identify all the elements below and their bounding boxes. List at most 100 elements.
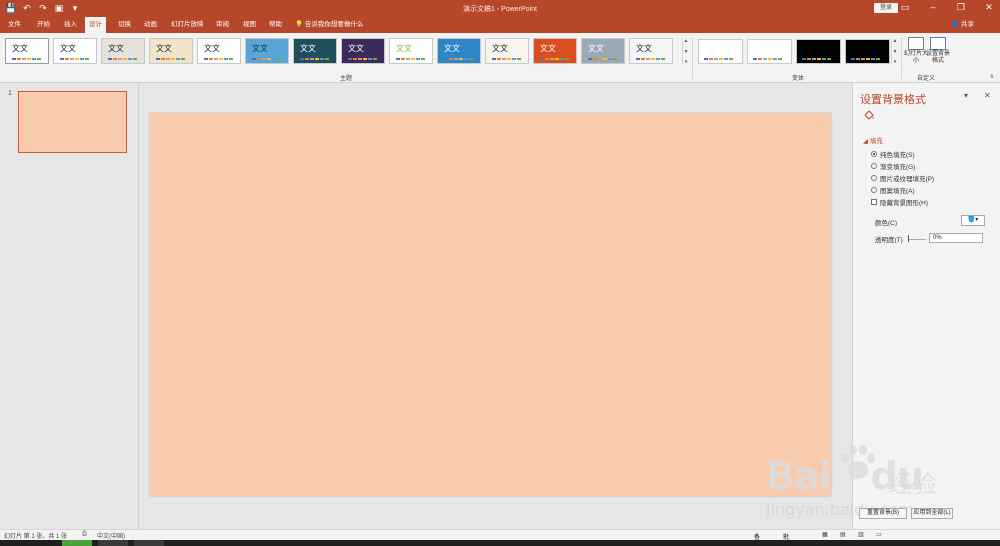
scroll-up-icon[interactable]: ▲ [893,38,898,44]
variants-gallery-scroll[interactable]: ▲ ▼ ▾ [891,38,898,65]
theme-thumbnail[interactable]: 文文 [101,38,145,64]
theme-sample-text: 文文 [540,44,556,53]
format-background-icon [930,37,946,50]
theme-color-swatches [204,58,233,60]
theme-thumbnail[interactable]: 文文 [149,38,193,64]
taskbar-app-icon[interactable] [62,540,92,546]
collapse-ribbon-icon[interactable]: ∧ [990,73,994,80]
tab-animations[interactable]: 动画 [140,17,161,33]
color-picker-button[interactable]: 🪣▾ [961,215,985,226]
format-background-button[interactable]: 设置背景格式 [926,37,950,65]
tab-home[interactable]: 开始 [33,17,54,33]
reading-view-icon[interactable]: ▥ [858,531,864,538]
hide-bg-graphics-label: 隐藏背景图形(H) [880,200,929,207]
variant-thumbnail[interactable] [698,39,743,64]
theme-thumbnail[interactable]: 文文 [197,38,241,64]
slide-thumbnail[interactable] [18,91,127,153]
fill-bucket-icon[interactable] [863,109,875,121]
checkbox-icon [871,199,877,205]
theme-thumbnail[interactable]: 文文 [581,38,625,64]
tab-insert[interactable]: 插入 [60,17,81,33]
format-background-label: 设置背景格式 [926,51,951,64]
reset-background-button[interactable]: 重置背景(B) [859,508,907,519]
variant-color-swatches [851,58,880,60]
group-divider [901,37,902,79]
picture-fill-option[interactable]: 图片或纹理填充(P) [871,173,934,183]
share-button[interactable]: 👤 共享 [951,17,974,33]
theme-color-swatches [300,58,329,60]
language-indicator[interactable]: 中文(中国) [97,531,125,540]
minimize-icon[interactable]: – [928,2,938,13]
tab-slideshow[interactable]: 幻灯片放映 [167,17,208,33]
slide-info: 幻灯片 第 1 张，共 1 张 [4,534,68,540]
gradient-fill-label: 渐变填充(G) [880,164,916,171]
variant-color-swatches [704,58,733,60]
tab-help[interactable]: 帮助 [265,17,286,33]
themes-gallery-scroll[interactable]: ▲ ▼ ▾ [682,38,689,65]
scroll-up-icon[interactable]: ▲ [684,38,689,44]
theme-color-swatches [60,58,89,60]
transparency-slider-handle[interactable] [908,235,909,242]
gradient-fill-option[interactable]: 渐变填充(G) [871,161,915,171]
transparency-slider[interactable] [908,239,926,240]
theme-thumbnail[interactable]: 文文 [629,38,673,64]
theme-color-swatches [588,58,617,60]
theme-color-swatches [156,58,185,60]
scroll-down-icon[interactable]: ▼ [684,49,689,55]
status-bar: 幻灯片 第 1 张，共 1 张 ⎙ 中文(中国) ≐ 备注 ▭ 批注 ▦ ▤ ▥… [0,529,1000,546]
tab-review[interactable]: 审阅 [212,17,233,33]
restore-icon[interactable]: ❐ [956,2,966,13]
paint-bucket-icon: 🪣▾ [967,217,979,223]
theme-sample-text: 文文 [348,44,364,53]
theme-thumbnail[interactable]: 文文 [341,38,385,64]
variant-thumbnail[interactable] [747,39,792,64]
close-icon[interactable]: ✕ [984,2,994,13]
solid-fill-option[interactable]: 纯色填充(S) [871,149,915,159]
gallery-more-icon[interactable]: ▾ [685,59,688,65]
slideshow-view-icon[interactable]: ▭ [876,531,882,538]
scroll-down-icon[interactable]: ▼ [893,49,898,55]
tell-me-box[interactable]: 💡 告诉我你想要做什么 [295,17,363,33]
radio-icon [871,175,877,181]
fill-section-header[interactable]: ◢ 填充 [863,135,883,145]
theme-sample-text: 文文 [588,44,604,53]
ribbon-display-icon[interactable]: ▭ [900,2,910,13]
theme-sample-text: 文文 [492,44,508,53]
theme-thumbnail[interactable]: 文文 [485,38,529,64]
variant-thumbnail[interactable] [796,39,841,64]
pane-options-icon[interactable]: ▾ [964,91,968,100]
tab-file[interactable]: 文件 [4,17,25,33]
tab-transitions[interactable]: 切换 [114,17,135,33]
transparency-input[interactable]: 0% [929,233,983,243]
pattern-fill-option[interactable]: 图案填充(A) [871,185,915,195]
spellcheck-icon[interactable]: ⎙ [82,531,87,538]
transparency-label: 透明度(T) [875,237,903,244]
theme-thumbnail[interactable]: 文文 [533,38,577,64]
theme-thumbnail[interactable]: 文文 [293,38,337,64]
normal-view-icon[interactable]: ▦ [822,531,828,538]
slide-canvas[interactable] [150,113,831,496]
theme-thumbnail[interactable]: 文文 [245,38,289,64]
theme-thumbnail[interactable]: 文文 [5,38,49,64]
theme-thumbnail[interactable]: 文文 [53,38,97,64]
theme-sample-text: 文文 [60,44,76,53]
theme-thumbnail[interactable]: 文文 [437,38,481,64]
gallery-more-icon[interactable]: ▾ [894,59,897,65]
tab-design[interactable]: 设计 [85,17,106,33]
slide-sorter-view-icon[interactable]: ▤ [840,531,846,538]
theme-thumbnail[interactable]: 文文 [389,38,433,64]
radio-icon [871,151,877,157]
variant-thumbnail[interactable] [845,39,890,64]
theme-color-swatches [540,58,569,60]
taskbar-app-icon[interactable] [134,540,164,546]
apply-to-all-button[interactable]: 应用到全部(L) [911,508,953,519]
theme-color-swatches [12,58,41,60]
window-controls: ▭ – ❐ ✕ [900,2,994,13]
login-button[interactable]: 登录 [874,3,898,13]
taskbar-app-icon[interactable] [98,540,128,546]
slide-number: 1 [8,90,12,97]
slide-size-button[interactable]: 幻灯片大小 [904,37,928,65]
pane-close-icon[interactable]: ✕ [984,91,991,100]
hide-bg-graphics-checkbox[interactable]: 隐藏背景图形(H) [871,197,928,207]
tab-view[interactable]: 视图 [239,17,260,33]
